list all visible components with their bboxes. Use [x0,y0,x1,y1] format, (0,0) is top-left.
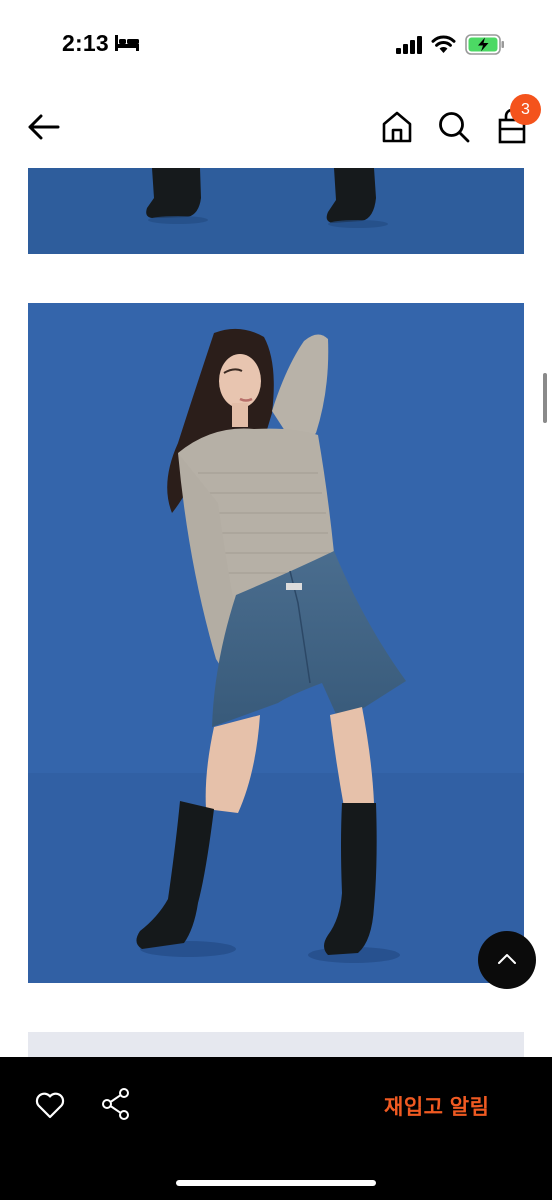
bottom-action-bar: 재입고 알림 [0,1057,552,1200]
scroll-to-top-button[interactable] [478,931,536,989]
product-photo-model-full [28,303,524,983]
search-icon[interactable] [436,109,472,145]
home-icon[interactable] [380,109,414,145]
home-indicator [176,1180,376,1186]
top-nav-bar [0,92,552,168]
wifi-icon [431,35,456,53]
scroll-indicator[interactable] [543,373,547,423]
cellular-signal-icon [396,36,422,54]
bed-icon [115,35,139,51]
cart-count-badge: 3 [510,94,541,125]
product-detail-screen: 2:13 3 재입고 알림 [0,0,552,1200]
product-photo-boots-crop [28,168,524,254]
status-time: 2:13 [62,30,109,56]
status-bar: 2:13 [0,0,552,92]
chevron-up-icon [498,954,516,964]
back-arrow-icon[interactable] [26,110,62,144]
restock-alert-button[interactable]: 재입고 알림 [384,1091,489,1121]
battery-charging-icon [465,34,504,55]
heart-icon[interactable] [34,1089,66,1121]
share-icon[interactable] [100,1087,132,1121]
